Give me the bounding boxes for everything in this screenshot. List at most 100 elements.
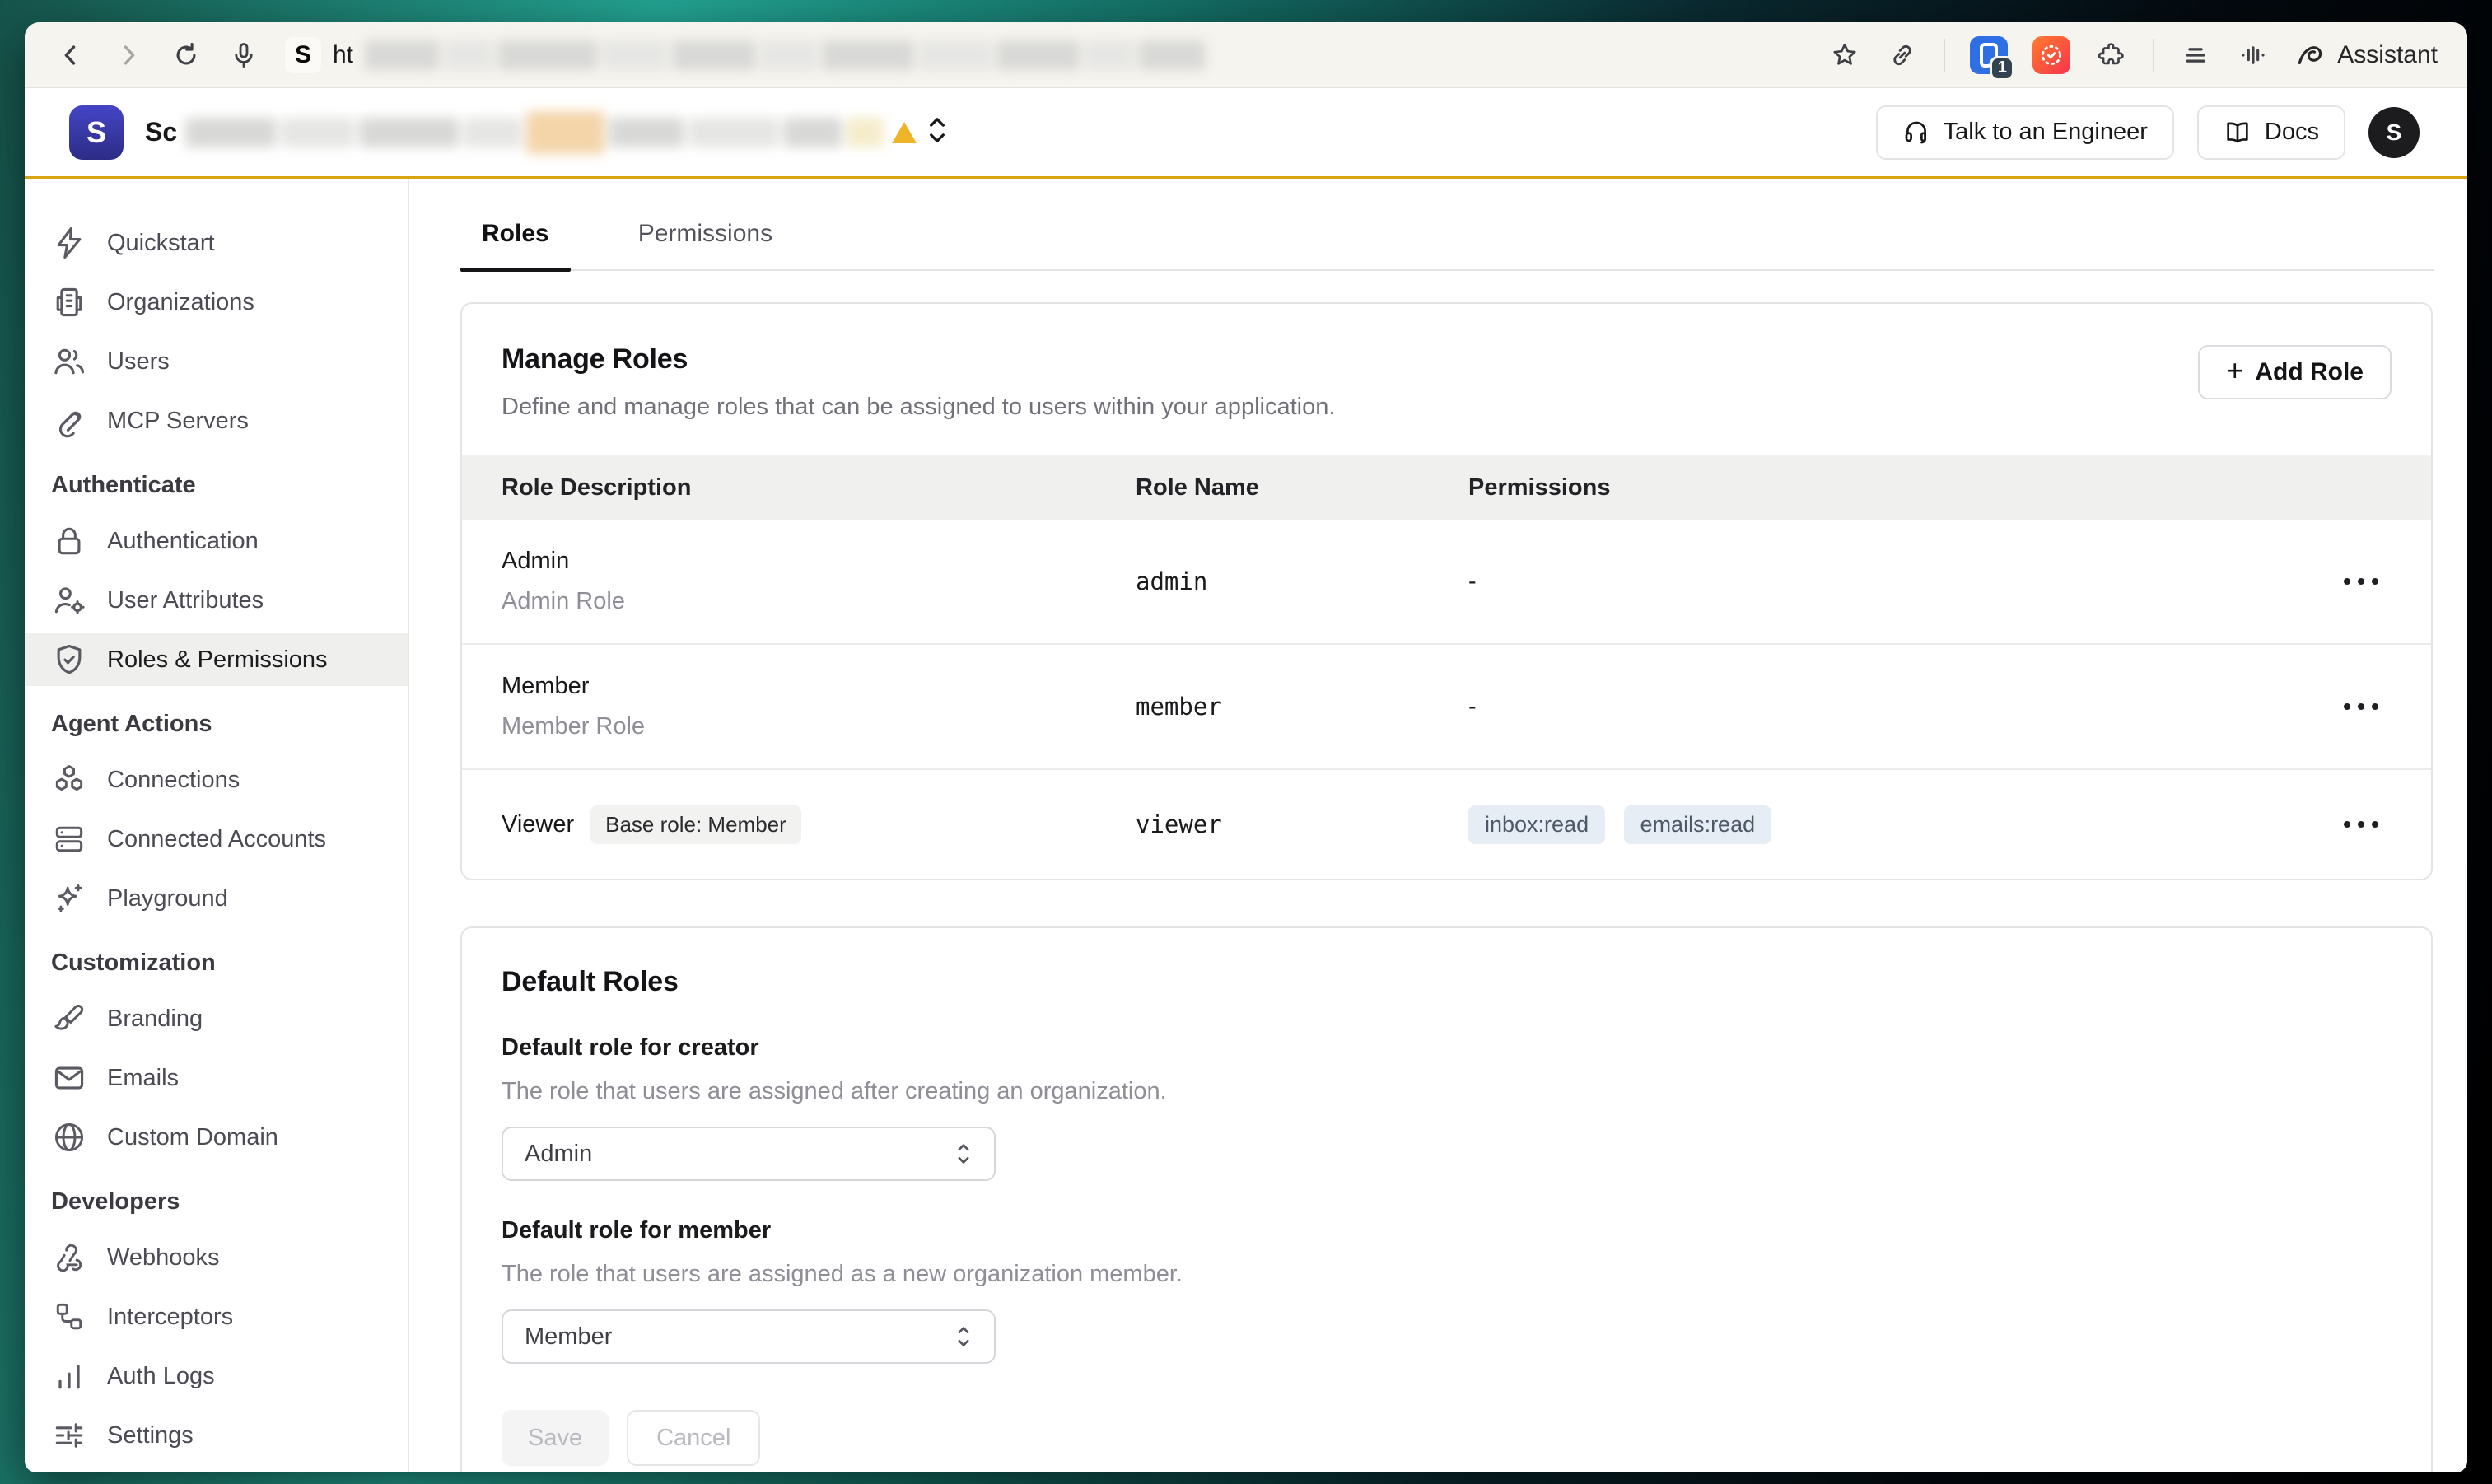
- timer-extension-icon[interactable]: [2032, 36, 2070, 74]
- browser-toolbar: S ht 1: [25, 22, 2467, 88]
- sidebar-item-connected-accounts[interactable]: Connected Accounts: [25, 813, 408, 866]
- row-actions-menu[interactable]: [2291, 821, 2431, 828]
- interceptor-icon: [51, 1299, 87, 1335]
- lightning-icon: [51, 225, 87, 261]
- organization-icon: [51, 284, 87, 320]
- sidebar-item-auth-logs[interactable]: Auth Logs: [25, 1350, 408, 1402]
- base-role-badge: Base role: Member: [590, 805, 801, 844]
- sidebar-item-users[interactable]: Users: [25, 335, 408, 388]
- tab-permissions[interactable]: Permissions: [617, 220, 794, 269]
- row-actions-menu[interactable]: [2291, 703, 2431, 710]
- toolbar-separator: [1944, 39, 1945, 72]
- password-extension-icon[interactable]: 1: [1970, 36, 2008, 74]
- book-icon: [2224, 119, 2252, 147]
- sidebar-item-interceptors[interactable]: Interceptors: [25, 1290, 408, 1343]
- sidebar-item-settings[interactable]: Settings: [25, 1409, 408, 1462]
- column-role-name: Role Name: [1136, 474, 1468, 502]
- sidebar-section-customization: Customization: [25, 938, 408, 987]
- default-roles-card: Default Roles Default role for creator T…: [460, 926, 2433, 1472]
- plus-icon: +: [2226, 356, 2243, 385]
- sidebar-item-webhooks[interactable]: Webhooks: [25, 1231, 408, 1284]
- webhook-icon: [51, 1239, 87, 1276]
- docs-button[interactable]: Docs: [2197, 105, 2345, 160]
- creator-role-help: The role that users are assigned after c…: [502, 1078, 2392, 1105]
- sidebar-item-mcp-servers[interactable]: MCP Servers: [25, 394, 408, 447]
- bar-chart-icon: [51, 1358, 87, 1394]
- main-content: Roles Permissions Manage Roles Define an…: [409, 179, 2467, 1472]
- headset-icon: [1902, 119, 1930, 147]
- sidebar-item-custom-domain[interactable]: Custom Domain: [25, 1111, 408, 1164]
- share-link-icon[interactable]: [1886, 39, 1919, 72]
- globe-icon: [51, 1119, 87, 1155]
- user-avatar[interactable]: S: [2368, 107, 2420, 158]
- member-role-label: Default role for member: [502, 1217, 2392, 1244]
- sidebar-item-emails[interactable]: Emails: [25, 1052, 408, 1104]
- extension-badge: 1: [1990, 56, 2014, 81]
- sidebar-item-organizations[interactable]: Organizations: [25, 276, 408, 329]
- address-bar[interactable]: S ht: [285, 37, 1804, 73]
- chevron-updown-icon: [953, 1320, 974, 1353]
- column-role-description: Role Description: [502, 474, 1136, 502]
- role-name-viewer: viewer: [1136, 810, 1468, 838]
- sidebar-item-user-attributes[interactable]: User Attributes: [25, 574, 408, 627]
- member-role-help: The role that users are assigned as a ne…: [502, 1261, 2392, 1288]
- environment-switcher[interactable]: Sc: [145, 111, 950, 154]
- sidebar-item-roles-permissions[interactable]: Roles & Permissions: [25, 633, 408, 686]
- lock-icon: [51, 523, 87, 559]
- table-row-admin: Admin Admin Role admin -: [462, 520, 2431, 643]
- sidebar-item-playground[interactable]: Playground: [25, 872, 408, 925]
- audio-equalizer-icon[interactable]: [2237, 39, 2270, 72]
- shield-check-icon: [51, 642, 87, 678]
- tab-bar: Roles Permissions: [460, 220, 2434, 271]
- save-button[interactable]: Save: [502, 1410, 609, 1466]
- sidebar-item-authentication[interactable]: Authentication: [25, 515, 408, 567]
- reload-button[interactable]: [170, 39, 203, 72]
- app-logo: S: [69, 105, 124, 160]
- creator-role-label: Default role for creator: [502, 1034, 2392, 1062]
- row-actions-menu[interactable]: [2291, 578, 2431, 585]
- app-header: S Sc Talk to an Engineer Docs: [25, 88, 2467, 179]
- sidebar-item-branding[interactable]: Branding: [25, 992, 408, 1045]
- roles-table-header: Role Description Role Name Permissions: [462, 455, 2431, 520]
- creator-role-select[interactable]: Admin: [502, 1127, 996, 1181]
- users-icon: [51, 343, 87, 380]
- reader-icon[interactable]: [2179, 39, 2212, 72]
- back-button[interactable]: [54, 39, 87, 72]
- assistant-spiral-icon: [2294, 40, 2326, 71]
- forward-button[interactable]: [112, 39, 145, 72]
- talk-to-engineer-button[interactable]: Talk to an Engineer: [1876, 105, 2174, 160]
- manage-roles-description: Define and manage roles that can be assi…: [502, 394, 2392, 421]
- table-row-viewer: Viewer Base role: Member viewer inbox:re…: [462, 768, 2431, 879]
- org-name-redacted: [185, 111, 884, 154]
- paintbrush-icon: [51, 1001, 87, 1037]
- default-roles-title: Default Roles: [502, 966, 2392, 998]
- add-role-button[interactable]: + Add Role: [2198, 345, 2392, 399]
- manage-roles-title: Manage Roles: [502, 343, 2392, 376]
- member-role-select[interactable]: Member: [502, 1309, 996, 1364]
- chevron-updown-icon: [953, 1137, 974, 1170]
- mail-icon: [51, 1060, 87, 1096]
- permission-badge: emails:read: [1624, 805, 1772, 844]
- environment-warning-icon: [892, 122, 917, 143]
- sidebar-section-authenticate: Authenticate: [25, 460, 408, 510]
- sparkles-icon: [51, 880, 87, 917]
- site-favicon: S: [285, 37, 321, 73]
- tab-roles[interactable]: Roles: [460, 220, 571, 269]
- toolbar-separator: [2153, 39, 2154, 72]
- assistant-button[interactable]: Assistant: [2294, 40, 2438, 71]
- microphone-icon[interactable]: [227, 39, 260, 72]
- extensions-puzzle-icon[interactable]: [2095, 39, 2128, 72]
- sidebar-item-connections[interactable]: Connections: [25, 754, 408, 806]
- sidebar-section-agent-actions: Agent Actions: [25, 699, 408, 749]
- cancel-button[interactable]: Cancel: [627, 1410, 760, 1466]
- permission-badge: inbox:read: [1468, 805, 1605, 844]
- role-name-admin: admin: [1136, 567, 1468, 595]
- bookmark-star-icon[interactable]: [1828, 39, 1861, 72]
- url-redacted: [365, 40, 1205, 70]
- column-permissions: Permissions: [1468, 474, 2291, 502]
- manage-roles-card: Manage Roles Define and manage roles tha…: [460, 302, 2433, 880]
- sidebar: Quickstart Organizations Users MCP Serve…: [25, 179, 409, 1472]
- sidebar-item-quickstart[interactable]: Quickstart: [25, 217, 408, 269]
- mcp-icon: [51, 403, 87, 439]
- user-gear-icon: [51, 582, 87, 618]
